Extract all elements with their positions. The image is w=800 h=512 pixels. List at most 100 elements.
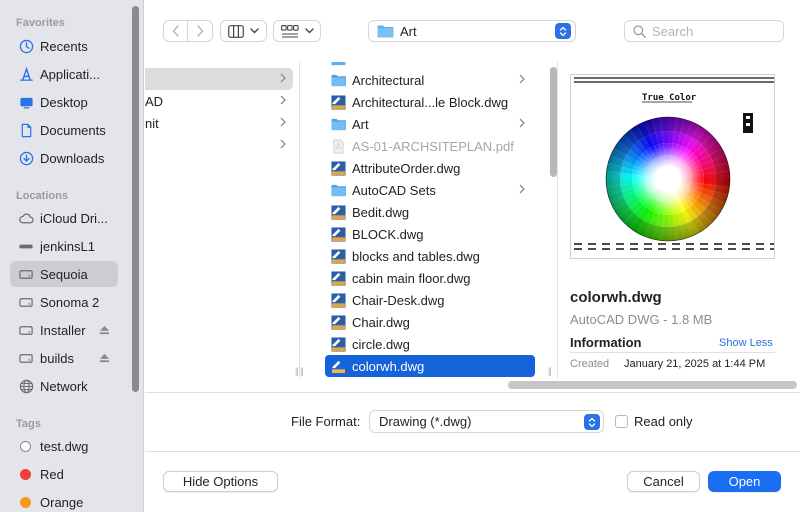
read-only-checkbox[interactable] [615,415,628,428]
dwg-file-icon [331,314,346,330]
column-item[interactable] [145,68,293,90]
view-mode-button[interactable] [220,20,267,42]
path-label: Art [400,23,417,39]
file-row[interactable]: Art [325,113,535,135]
sidebar-item-tag-orange[interactable]: Orange [10,489,118,512]
read-only-label: Read only [634,414,693,429]
file-name: BLOCK.dwg [352,226,424,242]
sidebar-item-recents[interactable]: Recents [10,33,118,59]
file-format-value: Drawing (*.dwg) [379,414,472,429]
folder-icon [377,25,394,38]
sidebar-scrollbar[interactable] [132,6,139,392]
document-icon [18,122,34,138]
sidebar-item-label: Orange [40,494,84,510]
sidebar-item-icloud[interactable]: iCloud Dri... [10,205,118,231]
pdf-file-icon [333,139,344,153]
sidebar-item-label: iCloud Dri... [40,210,108,226]
cancel-button[interactable]: Cancel [627,471,700,492]
column-resize-handle[interactable]: || [295,366,299,376]
chevron-right-icon [519,118,525,128]
sidebar-item-jenkins[interactable]: jenkinsL1 [10,233,118,259]
disk-icon [18,350,34,366]
sidebar-item-desktop[interactable]: Desktop [10,89,118,115]
horizontal-scrollbar[interactable] [508,381,797,389]
file-name: Chair-Desk.dwg [352,292,445,308]
file-row[interactable]: Bedit.dwg [325,201,535,223]
dwg-file-icon [331,336,346,352]
file-row[interactable]: Chair.dwg [325,311,535,333]
chevron-right-icon [280,139,286,149]
file-row[interactable]: cabin main floor.dwg [325,267,535,289]
chevron-right-icon [519,184,525,194]
sidebar-item-label: Red [40,466,64,482]
favorites-header: Favorites [16,17,65,29]
dwg-file-icon [331,292,346,308]
file-row[interactable]: blocks and tables.dwg [325,245,535,267]
file-row[interactable]: circle.dwg [325,333,535,355]
folder-icon [331,74,346,86]
eject-icon[interactable] [99,352,110,364]
forward-button[interactable] [188,20,213,42]
buttons-divider [145,451,800,452]
stepper-icon [584,414,600,430]
file-row-selected[interactable]: colorwh.dwg [325,355,535,377]
options-divider [145,392,800,393]
column-resize-handle[interactable]: || [300,366,304,376]
sidebar-item-network[interactable]: Network [10,373,118,399]
sidebar-item-tag-red[interactable]: Red [10,461,118,487]
dwg-file-icon [331,358,346,374]
file-row[interactable]: BLOCK.dwg [325,223,535,245]
file-name: AttributeOrder.dwg [352,160,461,176]
drawing-title: True Color [642,93,697,103]
show-less-link[interactable]: Show Less [719,337,773,349]
file-name: AS-01-ARCHSITEPLAN.pdf [352,138,514,154]
file-format-label: File Format: [291,414,361,429]
file-name: Bedit.dwg [352,204,410,220]
dwg-file-icon [331,270,346,286]
sidebar-item-installer[interactable]: Installer [10,317,118,343]
file-row[interactable]: Architectural...le Block.dwg [325,91,535,113]
sidebar-item-documents[interactable]: Documents [10,117,118,143]
color-wheel-drawing: True Color [574,77,774,250]
file-row: AS-01-ARCHSITEPLAN.pdf [325,135,535,157]
group-button[interactable] [273,20,321,42]
disk-icon [18,266,34,282]
file-format-select[interactable]: Drawing (*.dwg) [369,410,604,433]
open-button[interactable]: Open [708,471,781,492]
dwg-file-icon [331,94,346,110]
sidebar-item-sequoia[interactable]: Sequoia [10,261,118,287]
sidebar-item-label: Sonoma 2 [40,294,100,310]
column-item[interactable]: nit [145,112,293,134]
sidebar-item-downloads[interactable]: Downloads [10,145,118,171]
stepper-icon [555,23,571,39]
sidebar-item-label: Desktop [40,94,88,110]
file-row[interactable]: AutoCAD Sets [325,179,535,201]
tag-dot-icon [20,496,31,508]
sidebar-item-builds[interactable]: builds [10,345,118,371]
column-resize-handle[interactable]: || [548,366,552,376]
hide-options-button[interactable]: Hide Options [163,471,278,492]
sidebar-item-tag-test[interactable]: test.dwg [10,433,118,459]
file-row[interactable]: Architectural [325,69,535,91]
disk-icon [18,322,34,338]
grid-icon [280,24,299,38]
files-scrollbar[interactable] [550,67,557,177]
desktop-icon [18,94,34,110]
column-item[interactable]: AD [145,90,293,112]
sidebar-item-sonoma[interactable]: Sonoma 2 [10,289,118,315]
eject-icon[interactable] [99,324,110,336]
search-field[interactable]: Search [624,20,784,42]
file-row[interactable]: AttributeOrder.dwg [325,157,535,179]
download-icon [18,150,34,166]
created-label: Created [570,358,610,370]
file-row[interactable]: Chair-Desk.dwg [325,289,535,311]
path-popup[interactable]: Art [368,20,576,42]
cloud-icon [18,210,34,226]
sidebar-item-label: Sequoia [40,266,88,282]
file-name: Architectural [352,72,425,88]
back-button[interactable] [163,20,188,42]
sidebar-item-applications[interactable]: Applicati... [10,61,118,87]
column-item[interactable] [145,134,293,156]
preview-file-kind: AutoCAD DWG - 1.8 MB [570,312,713,327]
chevron-down-icon [304,28,314,34]
